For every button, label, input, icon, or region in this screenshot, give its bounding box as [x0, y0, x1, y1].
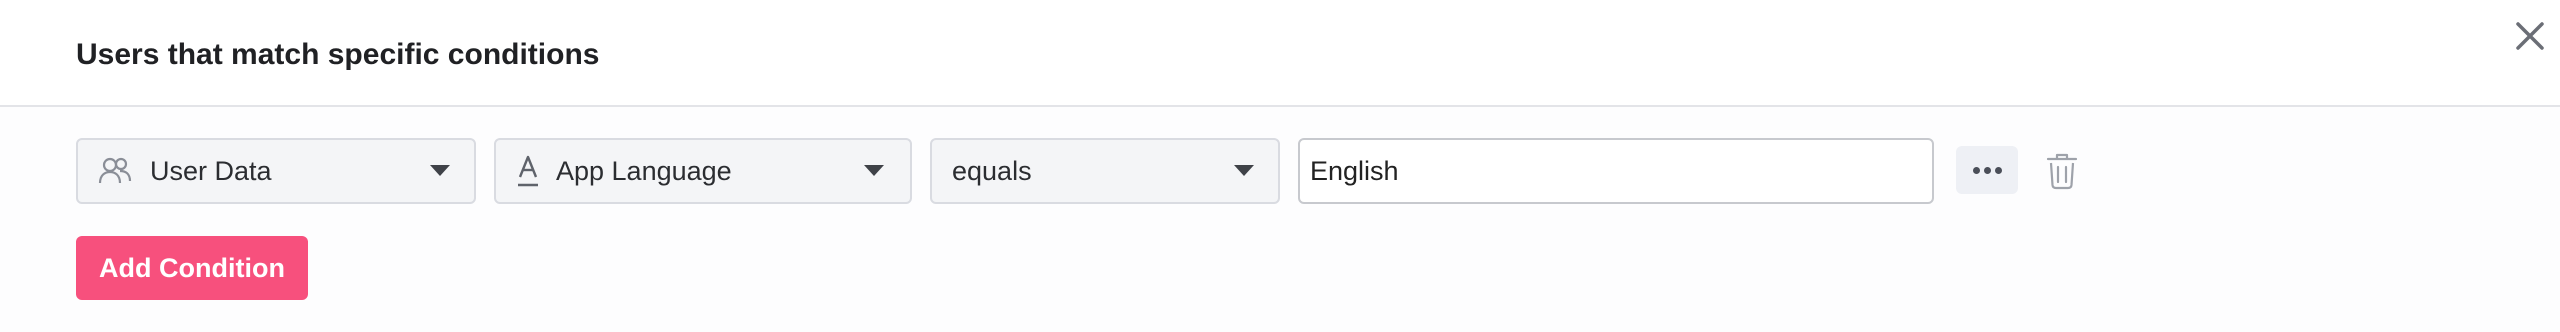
source-select[interactable]: User Data [76, 138, 476, 204]
operator-select-label: equals [952, 156, 1032, 186]
operator-select[interactable]: equals [930, 138, 1280, 204]
close-icon [2516, 22, 2544, 50]
text-attribute-icon [518, 155, 538, 187]
condition-row: User Data App Language equals [0, 138, 2560, 204]
attribute-select-label: App Language [556, 156, 732, 186]
users-icon [98, 157, 132, 184]
add-condition-button[interactable]: Add Condition [76, 236, 308, 300]
close-button[interactable] [2510, 16, 2548, 54]
chevron-down-icon [1234, 165, 1254, 176]
delete-condition-button[interactable] [2044, 152, 2080, 190]
panel-title: Users that match specific conditions [76, 38, 600, 71]
trash-icon [2046, 153, 2078, 190]
condition-value-input[interactable] [1298, 138, 1934, 204]
more-options-button[interactable] [1956, 146, 2018, 194]
conditions-panel: Users that match specific conditions Use… [0, 0, 2560, 332]
attribute-select[interactable]: App Language [494, 138, 912, 204]
chevron-down-icon [864, 165, 884, 176]
panel-header: Users that match specific conditions [0, 0, 2560, 107]
chevron-down-icon [430, 165, 450, 176]
source-select-label: User Data [150, 156, 272, 186]
